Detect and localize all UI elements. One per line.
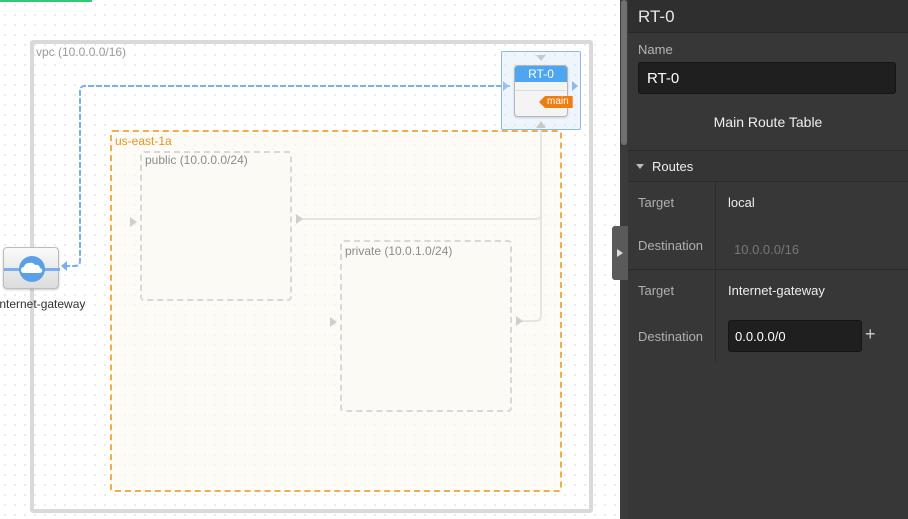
chevron-down-icon [636,164,644,169]
cloud-icon [4,256,60,282]
panel-collapse-toggle[interactable] [612,226,628,280]
canvas-scrollbar-thumb[interactable] [621,0,627,145]
routes-section-title: Routes [652,159,694,174]
name-field-label: Name [638,42,673,57]
internet-gateway-node[interactable] [3,247,60,289]
design-canvas[interactable]: vpc (10.0.0.0/16) us-east-1a public (10.… [0,0,620,519]
rt-port-right [572,81,578,91]
subnet-private-port-out[interactable] [516,316,523,326]
subnet-private-port-in[interactable] [330,317,337,327]
subnet-public[interactable] [140,151,292,301]
route-table-node-title: RT-0 [515,66,567,82]
destination-input[interactable] [728,320,862,352]
panel-title: RT-0 [628,0,908,33]
subnet-private-label: private (10.0.1.0/24) [345,244,453,258]
route-target-label: Target [638,195,675,210]
rt-port-top [536,55,546,61]
route-table-node-divider [515,90,567,91]
main-route-table-label: Main Route Table [713,114,823,130]
route-target-value: local [728,195,755,210]
route-table-node[interactable]: RT-0 [514,65,568,117]
route-target-label: Target [638,283,675,298]
route-target-value: Internet-gateway [728,283,825,298]
route-row: Target Internet-gateway Destination + [628,270,908,362]
subnet-public-port-in[interactable] [130,217,137,227]
route-destination-value: 10.0.0.0/16 [734,242,800,257]
subnet-public-label: public (10.0.0.0/24) [145,153,248,167]
route-destination-label: Destination [638,238,704,253]
route-destination-label: Destination [638,329,704,344]
internet-gateway-label: Internet-gateway [0,297,86,311]
property-panel: RT-0 Name Main Route Table Routes Target… [628,0,908,519]
main-badge: main [539,96,573,108]
add-route-icon[interactable]: + [865,324,876,345]
routes-section-header[interactable]: Routes [628,150,908,182]
route-row: Target local Destination 10.0.0.0/16 [628,182,908,270]
subnet-private[interactable] [340,240,512,412]
rt-port-bottom [536,121,546,128]
name-input[interactable] [638,62,896,94]
subnet-public-port-out[interactable] [296,214,303,224]
